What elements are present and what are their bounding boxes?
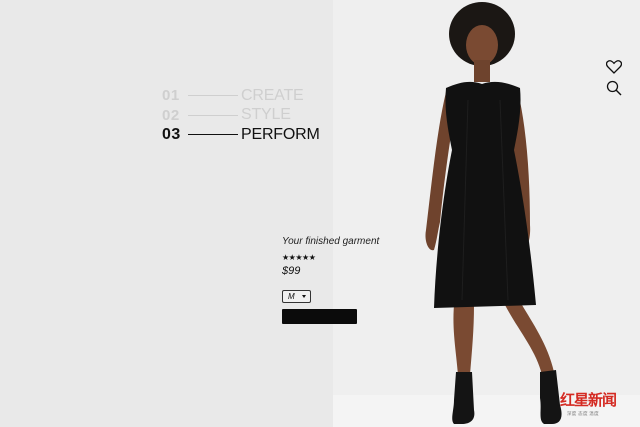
step-divider: [188, 114, 238, 116]
add-to-bag-button[interactable]: [282, 309, 357, 324]
step-divider: [188, 95, 238, 97]
model-left-boot: [452, 372, 475, 424]
step-number: 01: [162, 87, 180, 105]
size-value: M: [288, 292, 295, 301]
size-select[interactable]: M: [282, 290, 311, 303]
step-number: 03: [162, 125, 181, 143]
model-left-leg: [453, 305, 474, 375]
model-face: [466, 25, 498, 65]
step-style[interactable]: 02 STYLE: [162, 106, 320, 126]
step-label: CREATE: [241, 86, 304, 104]
chevron-down-icon: [302, 295, 306, 298]
model-image: [425, 2, 562, 424]
watermark-subtitle: 深度 态度 温度: [567, 411, 599, 416]
product-price: $99: [282, 265, 301, 277]
step-create[interactable]: 01 CREATE: [162, 86, 320, 106]
model-neck: [474, 60, 490, 82]
step-divider: [188, 134, 238, 136]
product-info: Your finished garment ★★★★★ $99 M: [282, 236, 392, 324]
search-icon[interactable]: [606, 80, 622, 96]
watermark-text: 红星新闻: [560, 391, 617, 409]
step-label: PERFORM: [241, 125, 320, 143]
step-number: 02: [162, 106, 180, 124]
heart-icon[interactable]: [606, 60, 622, 74]
watermark-logo: 红星新闻 深度 态度 温度: [557, 389, 637, 425]
step-indicator: 01 CREATE 02 STYLE 03 PERFORM: [162, 86, 320, 145]
model-right-leg: [505, 305, 554, 375]
product-title: Your finished garment: [282, 236, 380, 247]
rating-stars: ★★★★★: [282, 253, 316, 262]
step-perform[interactable]: 03 PERFORM: [162, 125, 320, 145]
step-label: STYLE: [241, 106, 291, 124]
